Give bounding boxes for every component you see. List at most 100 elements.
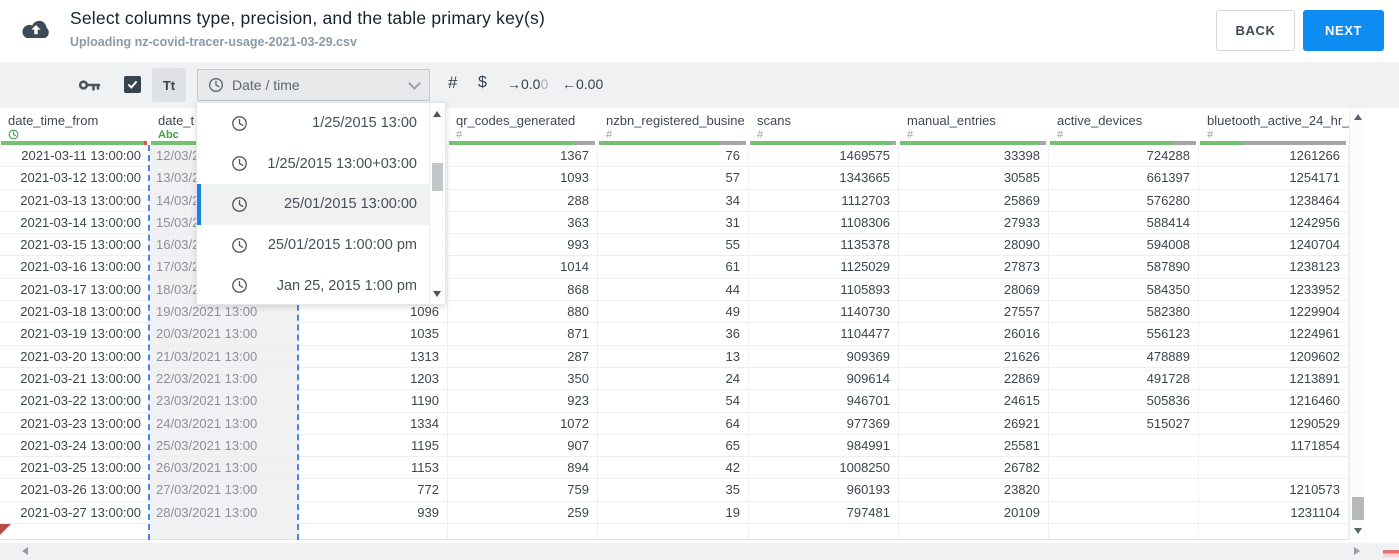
- table-cell: 28090: [899, 234, 1049, 257]
- datetime-format-option[interactable]: 25/01/2015 1:00:00 pm: [197, 225, 429, 266]
- table-cell: 26016: [899, 323, 1049, 346]
- column-header-qr_codes_generated[interactable]: qr_codes_generated #: [448, 108, 598, 145]
- datetime-format-option[interactable]: 1/25/2015 13:00: [197, 103, 429, 144]
- column-header-bluetooth_active_24_hr_[interactable]: bluetooth_active_24_hr_ #: [1199, 108, 1349, 145]
- selected-column-cell: 27/03/2021 13:00: [150, 479, 299, 502]
- table-cell: [899, 524, 1049, 540]
- select-value: Date / time: [232, 77, 300, 93]
- back-button[interactable]: BACK: [1216, 10, 1295, 51]
- horizontal-scrollbar[interactable]: [0, 543, 1399, 560]
- table-row: 2021-03-27 13:00:00 28/03/2021 13:00 939 25…: [0, 501, 1349, 525]
- clock-icon: [231, 277, 248, 294]
- chevron-down-icon: [408, 76, 421, 90]
- table-row: 2021-03-25 13:00:00 26/03/2021 13:00 1153 8…: [0, 457, 1349, 480]
- column-header-scans[interactable]: scans #: [749, 108, 899, 145]
- table-cell: 49: [598, 301, 749, 324]
- scroll-up-arrow-icon[interactable]: [1354, 114, 1362, 120]
- table-cell: 25869: [899, 189, 1049, 212]
- boolean-type-checkbox[interactable]: [124, 76, 141, 93]
- datetime-format-option[interactable]: 25/01/2015 13:00:00: [197, 184, 429, 225]
- table-cell: 772: [299, 479, 448, 502]
- column-header-date_time_from[interactable]: date_time_from: [0, 108, 150, 145]
- table-row: 2021-03-21 13:00:00 22/03/2021 13:00 1203 3…: [0, 367, 1349, 391]
- column-header-nzbn_registered_busine[interactable]: nzbn_registered_busine #: [598, 108, 749, 145]
- table-cell: 1072: [448, 412, 598, 435]
- table-cell: 1014: [448, 256, 598, 279]
- table-cell: 759: [448, 479, 598, 502]
- menu-scroll-down-icon[interactable]: [433, 291, 441, 297]
- menu-scroll-thumb[interactable]: [432, 163, 443, 191]
- scroll-down-arrow-icon[interactable]: [1354, 528, 1362, 534]
- table-cell: 35: [598, 479, 749, 502]
- table-cell: 478889: [1049, 345, 1199, 368]
- table-cell: 1240704: [1199, 234, 1349, 257]
- table-cell: [1049, 479, 1199, 502]
- table-row: 2021-03-23 13:00:00 24/03/2021 13:00 1334 1…: [0, 412, 1349, 435]
- column-name: scans: [757, 113, 791, 128]
- table-row: 2021-03-24 13:00:00 25/03/2021 13:00 1195 9…: [0, 434, 1349, 458]
- table-cell: 2021-03-12 13:00:00: [0, 167, 150, 190]
- table-cell: 594008: [1049, 234, 1199, 257]
- table-cell: 661397: [1049, 167, 1199, 190]
- table-cell: [1199, 524, 1349, 540]
- currency-type-button[interactable]: $: [478, 74, 487, 92]
- table-cell: 1242956: [1199, 211, 1349, 235]
- menu-scrollbar[interactable]: [429, 103, 445, 304]
- next-button[interactable]: NEXT: [1303, 10, 1384, 51]
- clock-icon: [208, 77, 224, 93]
- table-cell: 27873: [899, 256, 1049, 279]
- table-cell: 55: [598, 234, 749, 257]
- table-cell: 350: [448, 367, 598, 391]
- menu-options: 1/25/2015 13:00 1/25/2015 13:00+03:00 25/0…: [197, 103, 429, 304]
- table-cell: 2021-03-27 13:00:00: [0, 501, 150, 525]
- table-cell: 25581: [899, 434, 1049, 458]
- vertical-scrollbar[interactable]: [1349, 108, 1366, 540]
- column-header-manual_entries[interactable]: manual_entries #: [899, 108, 1049, 145]
- table-cell: 923: [448, 390, 598, 413]
- datetime-format-select[interactable]: Date / time: [197, 69, 430, 101]
- csv-upload-wizard: Select columns type, precision, and the …: [0, 0, 1399, 560]
- table-cell: 960193: [749, 479, 899, 502]
- table-cell: 65: [598, 434, 749, 458]
- table-cell: 1105893: [749, 278, 899, 302]
- primary-key-button[interactable]: [78, 77, 102, 98]
- table-cell: 2021-03-18 13:00:00: [0, 301, 150, 324]
- table-cell: 2021-03-11 13:00:00: [0, 145, 150, 168]
- menu-scroll-up-icon[interactable]: [433, 111, 441, 117]
- decrease-decimals-button[interactable]: ←0.00: [562, 76, 603, 92]
- selected-column-cell: 23/03/2021 13:00: [150, 390, 299, 413]
- vertical-scroll-thumb[interactable]: [1352, 497, 1364, 520]
- table-cell: 909614: [749, 367, 899, 391]
- table-cell: 1195: [299, 434, 448, 458]
- scroll-right-arrow-icon[interactable]: [1354, 547, 1360, 555]
- table-cell: 582380: [1049, 301, 1199, 324]
- datetime-format-option[interactable]: Jan 25, 2015 1:00 pm: [197, 265, 429, 306]
- table-cell: 1190: [299, 390, 448, 413]
- table-cell: 880: [448, 301, 598, 324]
- table-cell: 2021-03-21 13:00:00: [0, 367, 150, 391]
- text-type-button[interactable]: Tt: [152, 68, 186, 102]
- table-cell: 20109: [899, 501, 1049, 525]
- table-cell: [1049, 501, 1199, 525]
- table-cell: 2021-03-19 13:00:00: [0, 323, 150, 346]
- table-cell: 946701: [749, 390, 899, 413]
- table-cell: 21626: [899, 345, 1049, 368]
- selected-column-cell: [150, 524, 299, 540]
- increase-decimals-button[interactable]: →0.00: [507, 76, 548, 92]
- horizontal-scroll-thumb[interactable]: [1383, 550, 1399, 557]
- option-label: 1/25/2015 13:00: [312, 115, 417, 132]
- table-cell: 984991: [749, 434, 899, 458]
- table-cell: 1171854: [1199, 434, 1349, 458]
- column-header-active_devices[interactable]: active_devices #: [1049, 108, 1199, 145]
- number-type-button[interactable]: #: [448, 73, 457, 93]
- table-cell: 1125029: [749, 256, 899, 279]
- selected-column-cell: 24/03/2021 13:00: [150, 412, 299, 435]
- table-cell: 1140730: [749, 301, 899, 324]
- table-cell: [1199, 457, 1349, 480]
- table-cell: 54: [598, 390, 749, 413]
- scroll-left-arrow-icon[interactable]: [22, 547, 28, 555]
- table-cell: 491728: [1049, 367, 1199, 391]
- datetime-format-option[interactable]: 1/25/2015 13:00+03:00: [197, 144, 429, 185]
- table-cell: [0, 524, 150, 540]
- table-cell: 1290529: [1199, 412, 1349, 435]
